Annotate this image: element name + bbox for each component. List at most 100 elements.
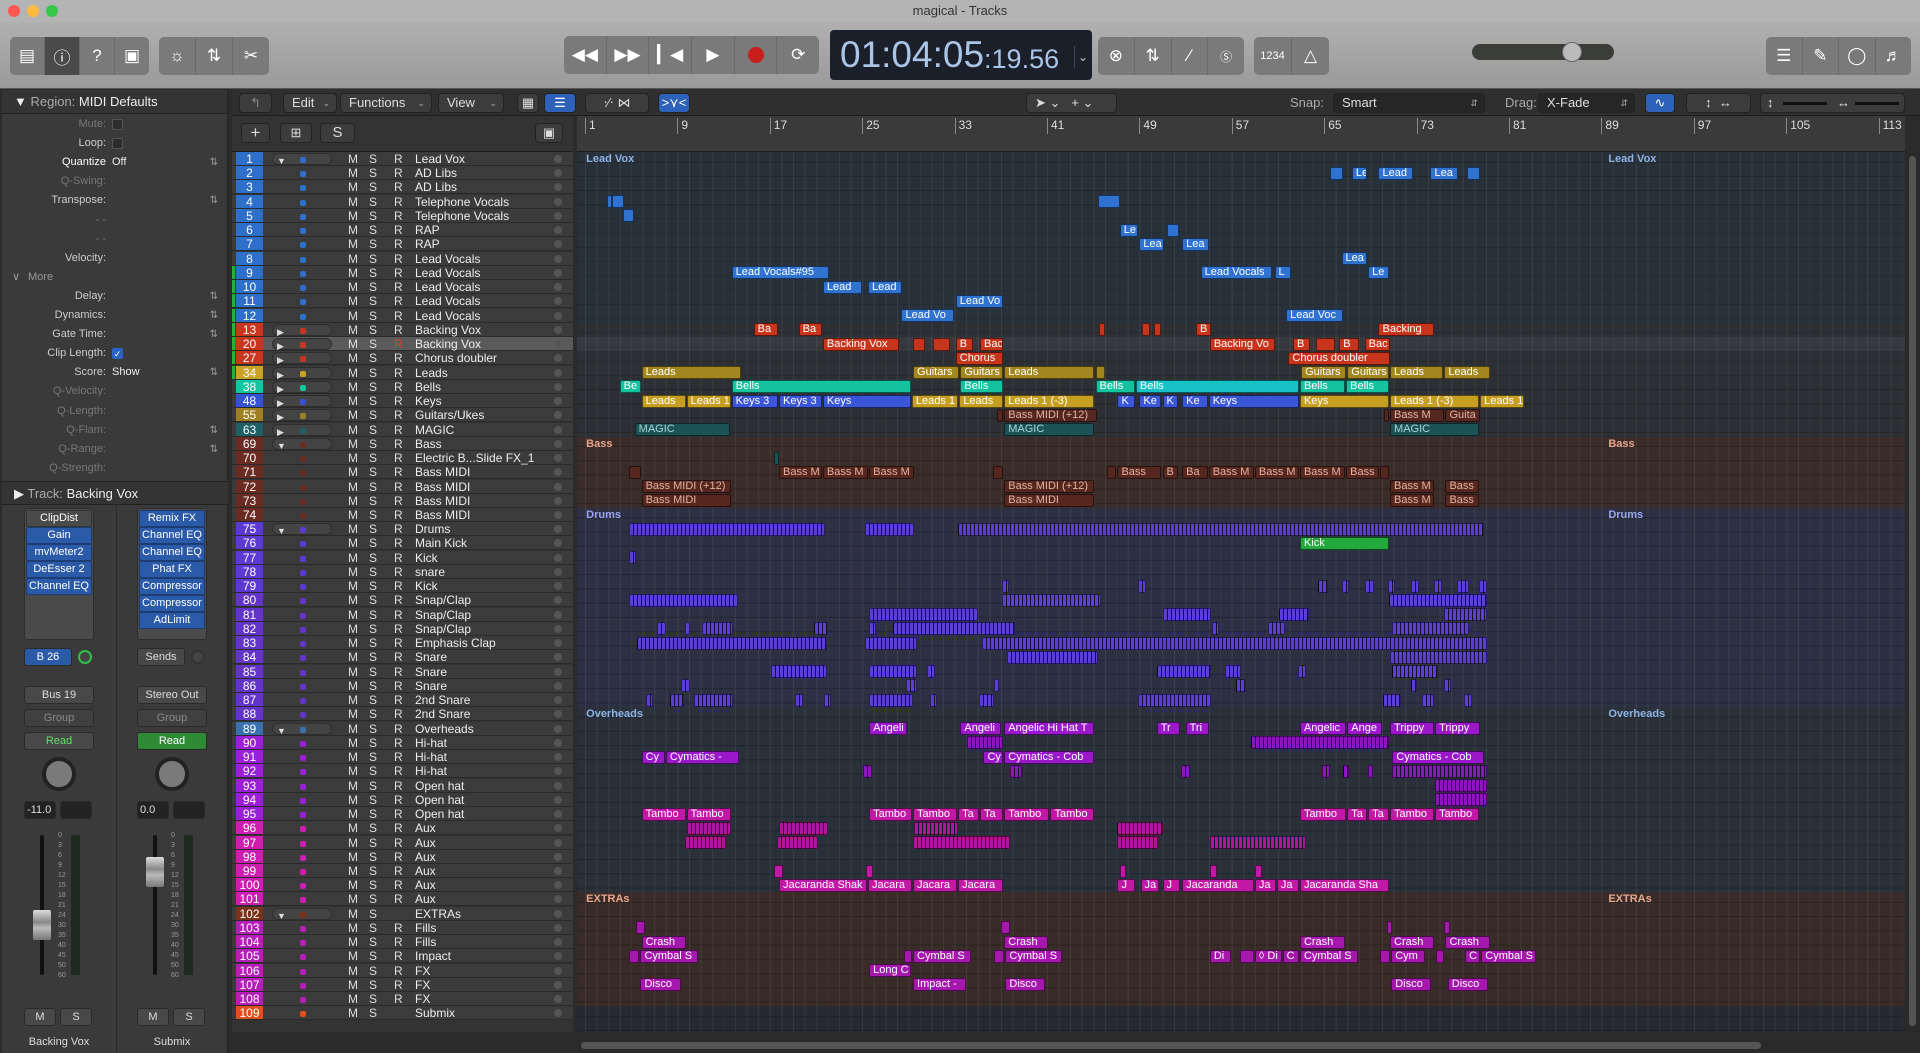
region[interactable]: Lea [1139, 237, 1164, 251]
record-enable-button[interactable]: R [394, 807, 403, 821]
midi-pattern-region[interactable] [813, 622, 828, 636]
record-enable-button[interactable]: R [394, 565, 403, 579]
region[interactable]: Bac [1364, 337, 1391, 351]
track-header[interactable]: 71 M S R Bass MIDI [232, 465, 573, 480]
region[interactable]: Backing [1378, 323, 1435, 337]
ruler[interactable]: 1 9 17 25 33 41 49 57 65 73 81 89 97 105 113 [577, 116, 1905, 152]
plugin-slot[interactable]: Gain [26, 527, 92, 544]
mute-button[interactable]: M [348, 722, 358, 736]
track-icon-area[interactable] [272, 580, 332, 592]
midi-pattern-region[interactable] [1341, 579, 1349, 593]
region[interactable] [1097, 195, 1120, 209]
midi-pattern-region[interactable] [795, 693, 804, 707]
folder-region-label[interactable]: Lead Vox [1608, 153, 1656, 165]
plugin-slot[interactable]: Channel EQ [139, 544, 205, 561]
chevron-down-icon[interactable]: ⌄ [1073, 46, 1088, 68]
horizontal-scrollbar[interactable] [577, 1038, 1920, 1053]
region[interactable]: Cymbal S [1005, 949, 1063, 963]
region[interactable]: Cymatics - Cob [1004, 750, 1095, 764]
region[interactable]: Lea [1430, 166, 1459, 180]
track-icon-area[interactable] [272, 808, 332, 820]
inspector-row[interactable]: Mute: [2, 115, 228, 134]
record-enable-button[interactable]: R [394, 878, 403, 892]
mute-button[interactable]: M [348, 152, 358, 166]
fit-icon[interactable]: ↕ ↔ [1686, 93, 1751, 113]
midi-pattern-region[interactable] [1435, 779, 1488, 793]
record-enable-button[interactable]: R [394, 323, 403, 337]
midi-pattern-region[interactable] [1422, 693, 1435, 707]
track-name[interactable]: RAP [415, 223, 440, 237]
mute-button[interactable]: M [348, 665, 358, 679]
track-on-off-icon[interactable] [554, 980, 562, 989]
track-on-off-icon[interactable] [554, 226, 562, 235]
region[interactable] [623, 209, 634, 223]
region[interactable]: Tambo [913, 807, 958, 821]
record-enable-button[interactable]: R [394, 736, 403, 750]
drag-select[interactable]: X-Fade ⇵ [1538, 93, 1635, 113]
catch-playhead-icon[interactable]: >⋎< [658, 93, 690, 113]
track-on-off-icon[interactable] [554, 639, 562, 648]
region[interactable]: ◊ Di [1254, 949, 1282, 963]
mute-button[interactable]: M [348, 907, 358, 921]
region[interactable]: Leads 1 [686, 394, 731, 408]
midi-pattern-region[interactable] [1297, 665, 1306, 679]
midi-pattern-region[interactable] [1342, 764, 1349, 778]
editors-icon[interactable]: ✂ [233, 37, 269, 75]
region[interactable]: Tambo [1390, 807, 1435, 821]
region[interactable] [993, 949, 1005, 963]
stepper-icon[interactable]: ⇅ [210, 191, 218, 210]
solo-button[interactable]: S [369, 636, 377, 650]
solo-button[interactable]: S [369, 252, 377, 266]
track-icon-area[interactable] [272, 879, 332, 891]
track-name[interactable]: Leads [415, 366, 448, 380]
track-on-off-icon[interactable] [554, 155, 562, 163]
region[interactable]: C [1282, 949, 1299, 963]
solo-button[interactable]: S [60, 1008, 92, 1026]
region[interactable] [1119, 864, 1126, 878]
region[interactable]: Tambo [686, 807, 731, 821]
solo-button[interactable]: S [369, 508, 377, 522]
track-icon-area[interactable] [272, 765, 332, 777]
automation-mode[interactable]: Read [137, 732, 207, 750]
record-enable-button[interactable]: R [394, 864, 403, 878]
solo-button[interactable]: S [369, 679, 377, 693]
record-enable-button[interactable]: R [394, 522, 403, 536]
play-icon[interactable]: ▶ [692, 36, 735, 74]
track-name[interactable]: Kick [415, 551, 438, 565]
track-icon-area[interactable] [272, 281, 332, 293]
track-header[interactable]: 94 M S R Open hat [232, 792, 573, 807]
region[interactable]: Backing Vox [822, 337, 900, 351]
track-name[interactable]: Hi-hat [415, 750, 447, 764]
region[interactable]: Cy [641, 750, 665, 764]
track-header[interactable]: 38 ▶ M S R Bells [232, 379, 573, 394]
track-icon-area[interactable] [272, 922, 332, 934]
region[interactable] [932, 337, 951, 351]
track-icon-area[interactable] [272, 224, 332, 236]
solo-button[interactable]: S [369, 707, 377, 721]
mute-button[interactable]: M [348, 280, 358, 294]
region[interactable] [1154, 323, 1162, 337]
region[interactable]: Bass MIDI (+12) [1004, 480, 1095, 494]
track-name[interactable]: Backing Vox [415, 337, 481, 351]
region[interactable]: Tambo [1435, 807, 1480, 821]
track-on-off-icon[interactable] [554, 710, 562, 719]
region[interactable]: Bass M [1254, 465, 1299, 479]
track-on-off-icon[interactable] [554, 582, 562, 591]
track-header[interactable]: 79 M S R Kick [232, 579, 573, 594]
track-icon-area[interactable] [272, 253, 332, 265]
track-name[interactable]: Backing Vox [415, 323, 481, 337]
region[interactable]: Impact - [913, 978, 967, 992]
record-enable-button[interactable]: R [394, 978, 403, 992]
track-header[interactable]: 10 M S R Lead Vocals [232, 280, 573, 295]
solo-button[interactable]: S [369, 408, 377, 422]
region[interactable]: Cymbal S [640, 949, 699, 963]
region[interactable]: Keys [822, 394, 911, 408]
mute-button[interactable]: M [348, 237, 358, 251]
track-on-off-icon[interactable] [554, 938, 562, 947]
track-on-off-icon[interactable] [554, 995, 562, 1004]
track-on-off-icon[interactable] [554, 511, 562, 519]
track-name[interactable]: Submix [415, 1006, 455, 1020]
region[interactable]: Jacara [958, 878, 1004, 892]
region[interactable]: Lead Vocals [1200, 266, 1273, 280]
mute-button[interactable]: M [24, 1008, 56, 1026]
